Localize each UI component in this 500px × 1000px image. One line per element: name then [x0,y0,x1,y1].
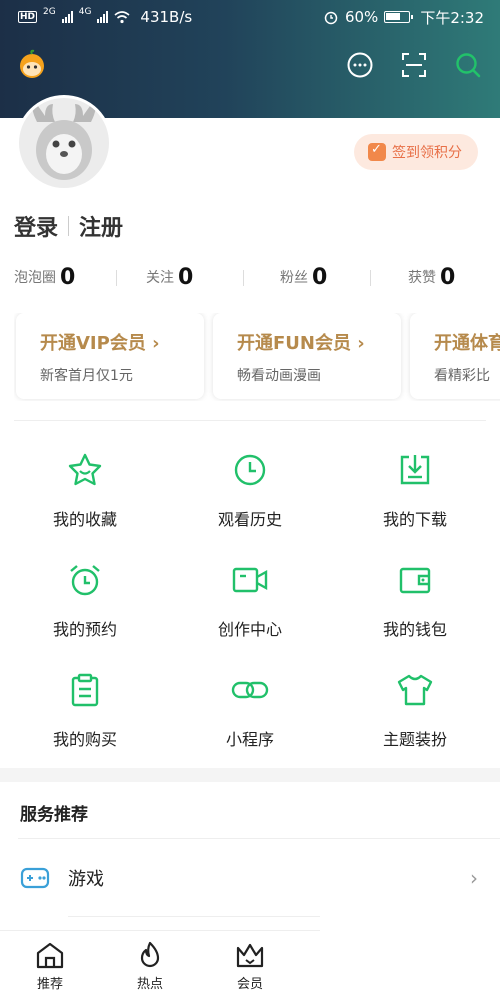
grid-item-label: 我的收藏 [52,510,117,529]
tshirt-icon [395,670,435,710]
app-logo[interactable] [16,48,48,80]
tab-label: 推荐 [36,977,63,992]
stat-divider [370,270,371,286]
grid-item-label: 我的预约 [52,620,117,639]
link-icon [230,670,270,710]
vip-card-subtitle: 看精彩比 [434,368,490,384]
tab-label: 会员 [236,977,263,992]
vip-card-title: 开通VIP会员 › [40,333,160,354]
section-divider [18,838,500,839]
vip-cards: 开通VIP会员 › 新客首月仅1元 开通FUN会员 › 畅看动画漫画 开通体育 … [14,313,500,401]
wallet-icon [395,560,435,600]
vip-card-fun[interactable]: 开通FUN会员 › 畅看动画漫画 [213,313,401,399]
tab-vip[interactable]: 会员 [200,931,300,1000]
status-bar: HD 2G 4G 431B/s 60% 下午2:32 [0,0,500,34]
grid-item-label: 主题装扮 [382,730,447,749]
stat-value: 0 [178,264,194,290]
avatar-mascot-icon [32,102,96,180]
login-register: 登录 注册 [14,210,123,242]
register-link[interactable]: 注册 [79,210,123,242]
hd-badge: HD [18,11,38,23]
vip-card-title: 开通体育 [434,333,500,354]
stat-divider [243,270,244,286]
grid-item-label: 创作中心 [217,620,282,639]
service-item-label: 游戏 [68,869,104,890]
calendar-check-icon [368,142,386,161]
alarm-status-icon [324,11,338,25]
network-type-2: 4G [78,7,92,17]
clock: 下午2:32 [420,8,484,27]
stat-label: 获赞 [408,270,436,286]
vip-card-subtitle: 畅看动画漫画 [237,368,321,384]
grid-item-label: 观看历史 [217,510,282,529]
stat-bubble-circle[interactable]: 泡泡圈 0 [0,262,106,292]
top-bar [0,44,500,88]
grid-item-creator-center[interactable]: 创作中心 [167,560,333,660]
service-divider [68,916,320,917]
tab-label: 热点 [136,977,163,992]
network-speed: 431B/s [140,8,193,26]
login-link[interactable]: 登录 [14,210,58,242]
stat-divider [116,270,117,286]
clock-icon [230,450,270,490]
service-item-games[interactable]: 游戏 › [0,852,500,904]
avatar[interactable] [16,95,112,191]
clipboard-icon [65,670,105,710]
chevron-right-icon: › [470,866,478,890]
services-title: 服务推荐 [20,805,88,825]
network-type-1: 2G [43,7,56,17]
grid-item-mini-programs[interactable]: 小程序 [167,670,333,770]
stat-value: 0 [60,264,76,290]
crown-icon [236,943,264,968]
stat-value: 0 [440,264,456,290]
vip-card-sports[interactable]: 开通体育 看精彩比 [410,313,500,399]
vip-card-vip[interactable]: 开通VIP会员 › 新客首月仅1元 [16,313,204,399]
download-icon [395,450,435,490]
tab-hot[interactable]: 热点 [100,931,200,1000]
grid-item-purchases[interactable]: 我的购买 [2,670,168,770]
grid-item-label: 小程序 [225,730,274,749]
stat-value: 0 [312,264,328,290]
grid-item-history[interactable]: 观看历史 [167,450,333,550]
grid-item-label: 我的下载 [382,510,447,529]
tab-recommend[interactable]: 推荐 [0,931,100,1000]
checkin-label: 签到领积分 [392,145,462,161]
login-divider [68,216,70,236]
search-icon[interactable] [453,50,483,80]
grid-item-label: 我的钱包 [382,620,447,639]
grid-item-reservations[interactable]: 我的预约 [2,560,168,660]
scan-icon[interactable] [399,50,429,80]
battery-percent: 60% [344,8,379,26]
grid-item-downloads[interactable]: 我的下载 [332,450,498,550]
flame-icon [140,941,160,968]
vip-card-subtitle: 新客首月仅1元 [40,368,133,384]
stat-label: 关注 [146,270,174,286]
grid-item-label: 我的购买 [52,730,117,749]
message-icon[interactable] [345,50,375,80]
grid-item-wallet[interactable]: 我的钱包 [332,560,498,660]
stat-label: 泡泡圈 [14,270,56,286]
vip-card-title: 开通FUN会员 › [237,333,365,354]
gamepad-icon [20,863,50,893]
section-gap [0,768,500,782]
stat-label: 粉丝 [280,270,308,286]
video-camera-icon [230,560,270,600]
bottom-tab-bar: 推荐 热点 会员 [0,930,320,1000]
grid-item-favorites[interactable]: 我的收藏 [2,450,168,550]
signal-icon [97,11,109,23]
checkin-button[interactable]: 签到领积分 [354,134,478,170]
stats-row: 泡泡圈 0 关注 0 粉丝 0 获赞 0 [0,262,500,292]
alarm-icon [65,560,105,600]
stat-following[interactable]: 关注 0 [106,262,238,292]
section-divider [14,420,486,421]
home-icon [36,942,64,969]
wifi-icon [114,11,130,24]
battery-icon [384,11,414,23]
star-icon [65,450,105,490]
signal-icon [61,11,73,23]
grid-item-themes[interactable]: 主题装扮 [332,670,498,770]
stat-likes[interactable]: 获赞 0 [372,262,500,292]
stat-fans[interactable]: 粉丝 0 [238,262,372,292]
